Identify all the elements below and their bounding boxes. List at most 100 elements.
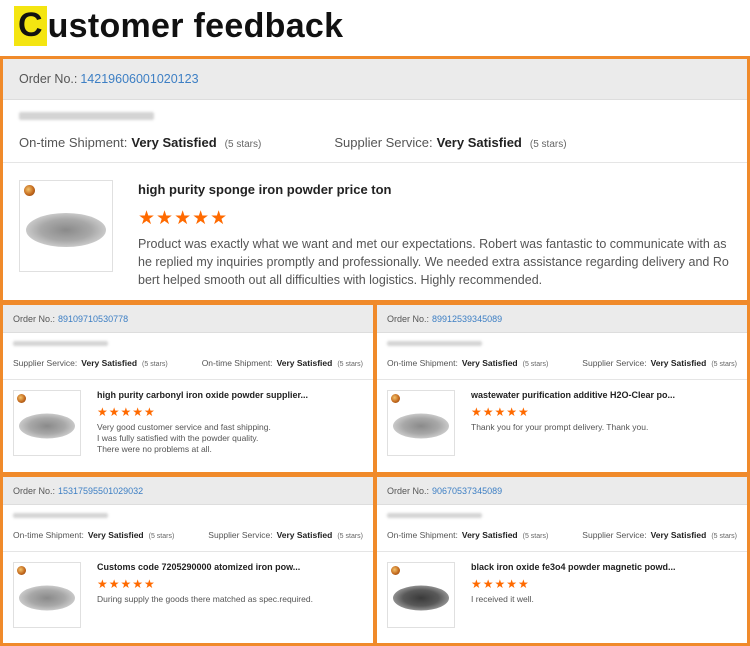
feedback-card: Order No.: 89109710530778 Supplier Servi… bbox=[0, 302, 376, 475]
buyer-info: Supplier Service: Very Satisfied (5 star… bbox=[3, 333, 373, 380]
supplier-label: Supplier Service: bbox=[13, 358, 78, 368]
title-text: ustomer feedback bbox=[47, 6, 344, 45]
order-bar: Order No.: 89109710530778 bbox=[3, 305, 373, 333]
product-title[interactable]: high purity sponge iron powder price ton bbox=[138, 180, 731, 197]
on-time-shipment-rating: On-time Shipment: Very Satisfied (5 star… bbox=[202, 358, 363, 368]
buyer-info: On-time Shipment: Very Satisfied (5 star… bbox=[3, 505, 373, 552]
product-title[interactable]: black iron oxide fe3o4 powder magnetic p… bbox=[471, 562, 737, 572]
powder-image bbox=[393, 585, 449, 611]
on-time-shipment-rating: On-time Shipment: Very Satisfied (5 star… bbox=[19, 135, 261, 150]
on-time-value: Very Satisfied bbox=[131, 135, 217, 150]
product-title[interactable]: wastewater purification additive H2O-Cle… bbox=[471, 390, 737, 400]
buyer-info: On-time Shipment: Very Satisfied (5 star… bbox=[377, 505, 747, 552]
product-thumbnail[interactable] bbox=[19, 180, 113, 272]
supplier-label: Supplier Service: bbox=[208, 530, 273, 540]
product-title[interactable]: high purity carbonyl iron oxide powder s… bbox=[97, 390, 363, 400]
order-number-link[interactable]: 15317595501029032 bbox=[58, 486, 143, 496]
feedback-card: Order No.: 90670537345089 On-time Shipme… bbox=[374, 474, 750, 646]
buyer-info: On-time Shipment: Very Satisfied (5 star… bbox=[3, 100, 747, 163]
product-thumbnail[interactable] bbox=[13, 390, 81, 456]
order-number-link[interactable]: 90670537345089 bbox=[432, 486, 502, 496]
review-line: Very good customer service and fast ship… bbox=[97, 422, 271, 432]
on-time-value: Very Satisfied bbox=[461, 530, 518, 540]
order-label: Order No.: bbox=[13, 485, 56, 496]
order-number-link[interactable]: 14219606001020123 bbox=[80, 72, 198, 86]
supplier-stars-text: (5 stars) bbox=[529, 139, 567, 150]
product-row: Customs code 7205290000 atomized iron po… bbox=[3, 552, 373, 628]
on-time-label: On-time Shipment: bbox=[13, 530, 84, 540]
buyer-name-redacted bbox=[387, 341, 482, 346]
medal-icon bbox=[17, 394, 26, 403]
supplier-stars-text: (5 stars) bbox=[711, 361, 737, 368]
medal-icon bbox=[391, 566, 400, 575]
on-time-stars-text: (5 stars) bbox=[224, 139, 262, 150]
order-label: Order No.: bbox=[387, 313, 430, 324]
review-text: Product was exactly what we want and met… bbox=[138, 237, 729, 287]
ratings-row: Supplier Service: Very Satisfied (5 star… bbox=[13, 358, 363, 368]
buyer-name-redacted bbox=[19, 112, 154, 120]
on-time-label: On-time Shipment: bbox=[19, 135, 128, 150]
review-line: I received it well. bbox=[471, 594, 534, 604]
star-rating: ★★★★★ bbox=[97, 577, 156, 591]
review-line: Thank you for your prompt delivery. Than… bbox=[471, 422, 649, 432]
medal-icon bbox=[24, 185, 35, 196]
powder-image bbox=[19, 413, 75, 439]
order-bar: Order No.: 14219606001020123 bbox=[3, 59, 747, 100]
page-title: Customer feedback bbox=[14, 6, 343, 46]
ratings-row: On-time Shipment: Very Satisfied (5 star… bbox=[387, 358, 737, 368]
ratings-row: On-time Shipment: Very Satisfied (5 star… bbox=[19, 135, 731, 150]
on-time-stars-text: (5 stars) bbox=[522, 533, 549, 540]
supplier-label: Supplier Service: bbox=[582, 358, 647, 368]
product-info: wastewater purification additive H2O-Cle… bbox=[455, 390, 737, 456]
on-time-label: On-time Shipment: bbox=[201, 358, 273, 368]
product-row: high purity sponge iron powder price ton… bbox=[3, 163, 747, 289]
on-time-stars-text: (5 stars) bbox=[148, 533, 175, 540]
on-time-label: On-time Shipment: bbox=[387, 530, 458, 540]
review-line: There were no problems at all. bbox=[97, 444, 212, 454]
product-title[interactable]: Customs code 7205290000 atomized iron po… bbox=[97, 562, 363, 572]
buyer-name-redacted bbox=[13, 513, 108, 518]
star-rating: ★★★★★ bbox=[471, 577, 530, 591]
product-info: high purity carbonyl iron oxide powder s… bbox=[81, 390, 363, 456]
supplier-stars-text: (5 stars) bbox=[711, 533, 737, 540]
powder-image bbox=[393, 413, 449, 439]
order-label: Order No.: bbox=[13, 313, 56, 324]
on-time-stars-text: (5 stars) bbox=[522, 361, 549, 368]
on-time-shipment-rating: On-time Shipment: Very Satisfied (5 star… bbox=[387, 358, 548, 368]
order-number-link[interactable]: 89109710530778 bbox=[58, 314, 128, 324]
star-rating: ★★★★★ bbox=[138, 208, 229, 229]
on-time-stars-text: (5 stars) bbox=[337, 361, 363, 368]
product-thumbnail[interactable] bbox=[387, 562, 455, 628]
order-number-link[interactable]: 89912539345089 bbox=[432, 314, 502, 324]
supplier-stars-text: (5 stars) bbox=[337, 533, 363, 540]
feedback-card: Order No.: 89912539345089 On-time Shipme… bbox=[374, 302, 750, 475]
supplier-service-rating: Supplier Service: Very Satisfied (5 star… bbox=[582, 530, 737, 540]
buyer-info: On-time Shipment: Very Satisfied (5 star… bbox=[377, 333, 747, 380]
order-label: Order No.: bbox=[387, 485, 430, 496]
on-time-value: Very Satisfied bbox=[276, 358, 333, 368]
supplier-label: Supplier Service: bbox=[334, 135, 433, 150]
review-line: During supply the goods there matched as… bbox=[97, 594, 313, 604]
title-highlight-letter: C bbox=[14, 6, 47, 46]
buyer-name-redacted bbox=[13, 341, 108, 346]
supplier-value: Very Satisfied bbox=[650, 358, 707, 368]
supplier-service-rating: Supplier Service: Very Satisfied (5 star… bbox=[582, 358, 737, 368]
product-row: high purity carbonyl iron oxide powder s… bbox=[3, 380, 373, 456]
product-info: Customs code 7205290000 atomized iron po… bbox=[81, 562, 363, 628]
supplier-service-rating: Supplier Service: Very Satisfied (5 star… bbox=[334, 135, 566, 150]
product-thumbnail[interactable] bbox=[13, 562, 81, 628]
supplier-label: Supplier Service: bbox=[582, 530, 647, 540]
feedback-card-main: Order No.: 14219606001020123 On-time Shi… bbox=[0, 56, 750, 303]
supplier-stars-text: (5 stars) bbox=[142, 361, 168, 368]
product-thumbnail[interactable] bbox=[387, 390, 455, 456]
supplier-value: Very Satisfied bbox=[276, 530, 333, 540]
star-rating: ★★★★★ bbox=[97, 405, 156, 419]
on-time-shipment-rating: On-time Shipment: Very Satisfied (5 star… bbox=[387, 530, 548, 540]
product-row: black iron oxide fe3o4 powder magnetic p… bbox=[377, 552, 747, 628]
powder-image bbox=[26, 212, 106, 247]
supplier-service-rating: Supplier Service: Very Satisfied (5 star… bbox=[13, 358, 168, 368]
order-bar: Order No.: 15317595501029032 bbox=[3, 477, 373, 505]
order-bar: Order No.: 89912539345089 bbox=[377, 305, 747, 333]
supplier-value: Very Satisfied bbox=[81, 358, 138, 368]
ratings-row: On-time Shipment: Very Satisfied (5 star… bbox=[387, 530, 737, 540]
